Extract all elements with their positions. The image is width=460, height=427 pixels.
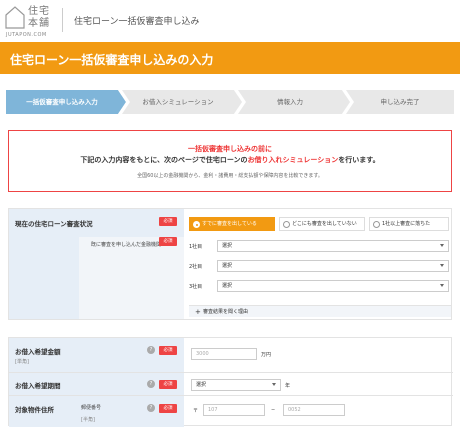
help-icon[interactable]: ?: [147, 346, 155, 354]
notice-box: 一括仮審査申し込みの前に 下記の入力内容をもとに、次のページで住宅ローンのお借り…: [8, 130, 452, 192]
institution-row-label: 1社目: [189, 244, 203, 250]
help-icon[interactable]: ?: [147, 380, 155, 388]
notice-highlight: お借り入れシミュレーション: [247, 156, 339, 164]
institutions-label: 既に審査を申し込んだ金融機関: [91, 242, 162, 248]
site-header: 住宅本舗 JUTAPON.COM 住宅ローン一括仮審査申し込み: [0, 0, 460, 42]
notice-body: 下記の入力内容をもとに、次のページで住宅ローンのお借り入れシミュレーションを行い…: [9, 155, 451, 165]
postal-code-sub: [半角]: [81, 417, 95, 423]
option-label: どこにも審査を出していない: [292, 221, 357, 227]
page-title: 住宅ローン一括仮審査申し込みの入力: [10, 53, 214, 67]
loan-amount-input[interactable]: 3000: [191, 348, 257, 360]
loan-amount-unit: 万円: [261, 352, 272, 358]
zip-second-input[interactable]: 0052: [283, 404, 345, 416]
help-icon[interactable]: ?: [147, 404, 155, 412]
notice-title: 一括仮審査申し込みの前に: [188, 145, 272, 153]
current-status-label: 現在の住宅ローン審査状況: [15, 220, 93, 228]
property-address-label: 対象物件住所: [15, 406, 54, 414]
loan-details-section: お借入希望金額 [単角] ? 必須 3000 万円 お借入希望期間 ? 必須 選…: [8, 337, 453, 427]
select-value: 選択: [222, 263, 233, 269]
status-option-not-submitted[interactable]: どこにも審査を出していない: [279, 217, 365, 231]
page-banner: 住宅ローン一括仮審査申し込みの入力: [0, 42, 460, 74]
chevron-down-icon: [272, 383, 276, 386]
institution-row-label: 2社目: [189, 264, 203, 270]
loan-period-unit: 年: [285, 383, 291, 389]
loan-period-select[interactable]: 選択: [191, 379, 281, 391]
header-title: 住宅ローン一括仮審査申し込み: [74, 17, 200, 27]
loan-amount-sub: [単角]: [15, 359, 29, 365]
chevron-down-icon: [440, 284, 444, 287]
select-value: 選択: [222, 243, 233, 249]
radio-dot: [373, 221, 380, 228]
radio-dot: [193, 221, 200, 228]
required-badge: 必須: [159, 217, 177, 226]
institution-select-3[interactable]: 選択: [217, 280, 449, 292]
reason-label: 審査結果を聞く理由: [203, 309, 249, 315]
option-label: 1社以上審査に落ちた: [382, 221, 431, 227]
option-label: すでに審査を出している: [202, 221, 257, 227]
required-badge: 必須: [159, 237, 177, 246]
reason-toggle-button[interactable]: + 審査結果を聞く理由: [189, 305, 451, 317]
site-logo[interactable]: 住宅本舗 JUTAPON.COM: [4, 4, 54, 40]
institution-select-1[interactable]: 選択: [217, 240, 449, 252]
logo-subtext: JUTAPON.COM: [6, 32, 47, 38]
loan-amount-label: お借入希望金額: [15, 348, 61, 356]
logo-text: 住宅本舗: [28, 6, 50, 29]
radio-dot: [283, 221, 290, 228]
status-option-submitted[interactable]: すでに審査を出している: [189, 217, 275, 231]
step-arrows: [118, 90, 354, 114]
notice-body-post: を行います。: [338, 156, 380, 164]
institution-row-label: 3社目: [189, 284, 203, 290]
step-indicator: 一括仮審査申し込み入力 お借入シミュレーション 情報入力 申し込み完了: [6, 90, 454, 114]
required-badge: 必須: [159, 380, 177, 389]
chevron-down-icon: [440, 264, 444, 267]
institutions-label-cell: [79, 237, 184, 319]
select-value: 選択: [196, 382, 207, 388]
select-value: 選択: [222, 283, 233, 289]
required-badge: 必須: [159, 346, 177, 355]
loan-status-section: 現在の住宅ローン審査状況 必須 すでに審査を出している どこにも審査を出していな…: [8, 208, 452, 320]
required-badge: 必須: [159, 404, 177, 413]
institution-select-2[interactable]: 選択: [217, 260, 449, 272]
house-icon: [5, 6, 25, 29]
postal-mark: 〒: [193, 408, 199, 414]
status-option-rejected[interactable]: 1社以上審査に落ちた: [369, 217, 449, 231]
chevron-down-icon: [440, 244, 444, 247]
notice-body-pre: 下記の入力内容をもとに、次のページで住宅ローンの: [80, 156, 248, 164]
plus-icon: +: [195, 308, 201, 316]
zip-dash: −: [271, 407, 276, 413]
loan-period-label: お借入希望期間: [15, 382, 61, 390]
postal-code-label: 郵便番号: [81, 405, 102, 411]
notice-note: 全国60以上の金融機関から、金利・諸費用・総支払額や保障内容を比較できます。: [137, 173, 323, 179]
header-divider: [62, 8, 63, 32]
zip-first-input[interactable]: 107: [203, 404, 265, 416]
